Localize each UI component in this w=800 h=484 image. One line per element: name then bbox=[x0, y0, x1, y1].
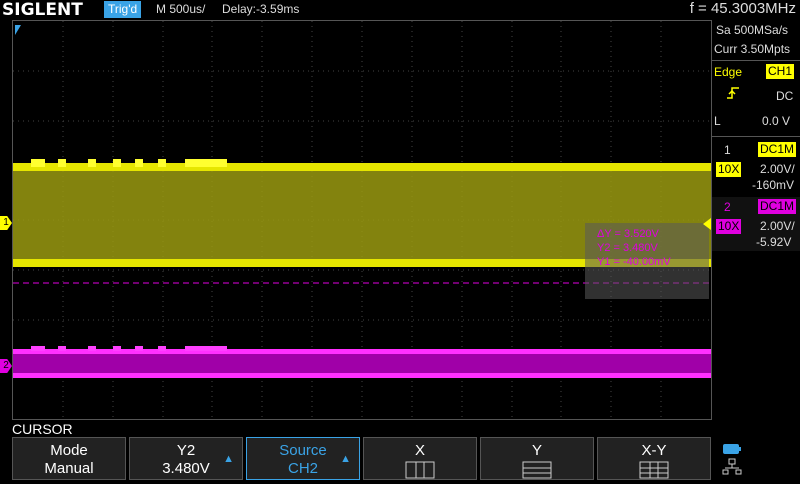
divider bbox=[712, 136, 800, 137]
ch2-probe-badge: 10X bbox=[716, 219, 742, 234]
knob-adjust-icon: ▲ bbox=[340, 453, 351, 465]
x-softkey[interactable]: X bbox=[363, 437, 477, 480]
network-icon bbox=[722, 458, 742, 481]
ch1-offset: -160mV bbox=[752, 178, 795, 192]
cursor-delta-readout: ΔY = 3.520V bbox=[597, 228, 659, 240]
trigger-level-value: 0.0 V bbox=[762, 114, 791, 128]
ch1-probe-badge: 10X bbox=[716, 162, 742, 177]
ch2-info-panel[interactable]: 2 DC1M 10X 2.00V/ -5.92V bbox=[712, 197, 800, 251]
delay-readout: Delay:-3.59ms bbox=[222, 2, 300, 16]
y2-softkey[interactable]: Y2 3.480V ▲ bbox=[129, 437, 243, 480]
x-cursor-icon bbox=[405, 461, 435, 479]
timebase-readout: M 500us/ bbox=[156, 2, 206, 16]
knob-adjust-icon: ▲ bbox=[223, 453, 234, 465]
menu-title: CURSOR bbox=[12, 421, 73, 437]
source-softkey[interactable]: Source CH2 ▲ bbox=[246, 437, 360, 480]
trigger-coupling: DC bbox=[776, 89, 794, 103]
xy-softkey-label: X-Y bbox=[641, 442, 667, 459]
trigger-panel[interactable]: Edge CH1 DC L 0.0 V bbox=[712, 60, 800, 136]
mode-softkey[interactable]: Mode Manual bbox=[12, 437, 126, 480]
waveform-display[interactable]: ΔY = 3.520V Y2 = 3.480V Y1 = -40.00mV bbox=[12, 20, 712, 420]
graticule bbox=[13, 21, 711, 419]
rising-edge-icon bbox=[726, 86, 740, 103]
brand-logo: SIGLENT bbox=[2, 0, 83, 20]
ch1-number: 1 bbox=[724, 143, 731, 157]
ch2-ground-marker[interactable]: 2 bbox=[0, 359, 12, 373]
trigger-level-arrow[interactable] bbox=[703, 218, 711, 230]
cursor-readout-box: ΔY = 3.520V Y2 = 3.480V Y1 = -40.00mV bbox=[585, 223, 709, 299]
memory-depth-readout: Curr 3.50Mpts bbox=[714, 42, 791, 56]
xy-softkey[interactable]: X-Y bbox=[597, 437, 711, 480]
y-softkey[interactable]: Y bbox=[480, 437, 594, 480]
ch1-coupling-badge: DC1M bbox=[758, 142, 797, 157]
trigger-source-badge: CH1 bbox=[766, 64, 795, 79]
ch1-scale: 2.00V/ bbox=[760, 162, 795, 176]
trigger-level-label: L bbox=[714, 114, 721, 128]
ch1-info-panel[interactable]: 1 DC1M 10X 2.00V/ -160mV bbox=[712, 140, 800, 194]
frequency-readout: f = 45.3003MHz bbox=[689, 0, 796, 17]
cursor-y1-readout: Y1 = -40.00mV bbox=[597, 256, 671, 268]
ch2-number: 2 bbox=[724, 200, 731, 214]
ch2-waveform bbox=[13, 346, 711, 378]
y-softkey-label: Y bbox=[531, 442, 542, 459]
mode-softkey-label: Mode bbox=[50, 442, 88, 459]
sample-rate-readout: Sa 500MSa/s bbox=[716, 23, 789, 37]
xy-cursor-icon bbox=[639, 461, 669, 479]
ch2-offset: -5.92V bbox=[756, 235, 792, 249]
x-softkey-label: X bbox=[414, 442, 425, 459]
ch2-coupling-badge: DC1M bbox=[758, 199, 797, 214]
y-cursor-icon bbox=[522, 461, 552, 479]
trigger-position-marker bbox=[15, 25, 21, 35]
mode-softkey-value: Manual bbox=[44, 460, 94, 477]
ch1-ground-marker[interactable]: 1 bbox=[0, 216, 12, 230]
trigger-type-label: Edge bbox=[714, 65, 743, 79]
ch2-scale: 2.00V/ bbox=[760, 219, 795, 233]
cursor-y2-readout: Y2 = 3.480V bbox=[597, 242, 658, 254]
trigger-status-badge: Trig'd bbox=[104, 1, 142, 18]
